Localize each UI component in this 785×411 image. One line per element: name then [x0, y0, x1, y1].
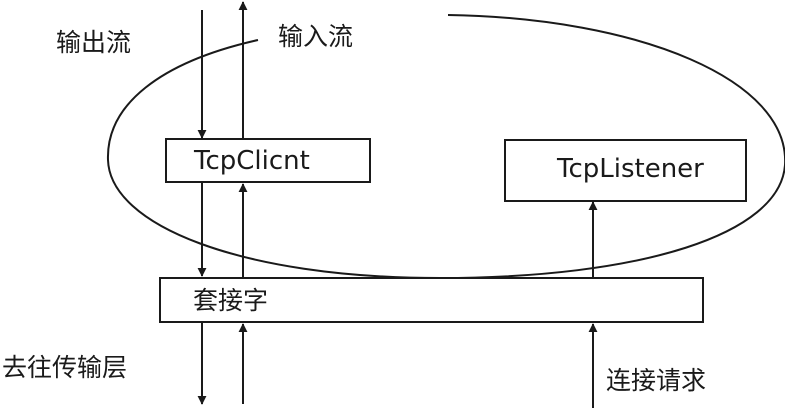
socket-label: 套接字: [193, 286, 268, 315]
socket-diagram: 输出流 输入流 TcpClicnt TcpListener 套接字 去往传输层 …: [2, 1, 785, 408]
tcp-listener-label: TcpListener: [556, 154, 704, 184]
output-stream-label: 输出流: [56, 28, 131, 57]
to-transport-layer-label: 去往传输层: [2, 353, 127, 382]
connection-request-label: 连接请求: [606, 366, 706, 395]
tcp-client-label: TcpClicnt: [193, 146, 310, 176]
input-stream-label: 输入流: [278, 22, 353, 51]
